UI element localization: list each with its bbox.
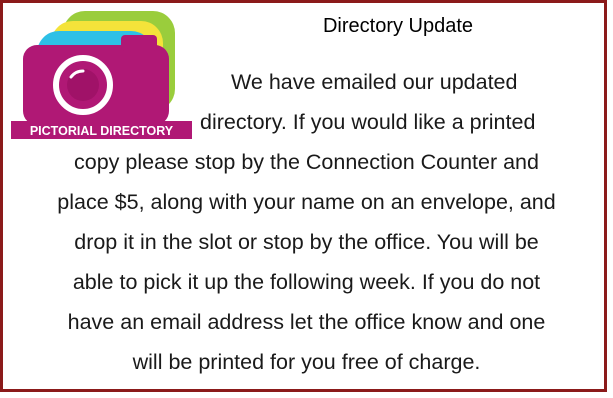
body-line-2: directory. If you would like a printed	[200, 110, 536, 134]
body-line-7: have an email address let the office kno…	[67, 310, 546, 334]
body-line-6: able to pick it up the following week. I…	[72, 270, 541, 294]
notice-heading: Directory Update	[322, 15, 474, 37]
logo-text: PICTORIAL DIRECTORY	[30, 124, 174, 138]
pictorial-directory-logo: PICTORIAL DIRECTORY	[11, 11, 192, 139]
camera-flash-icon	[121, 35, 157, 51]
body-line-8: will be printed for you free of charge.	[132, 350, 481, 374]
notice-box: PICTORIAL DIRECTORY Directory Update We …	[0, 0, 607, 392]
body-line-5: drop it in the slot or stop by the offic…	[74, 230, 539, 254]
body-line-1: We have emailed our updated	[231, 70, 518, 94]
body-line-4: place $5, along with your name on an env…	[57, 190, 556, 214]
body-line-3: copy please stop by the Connection Count…	[74, 150, 539, 174]
